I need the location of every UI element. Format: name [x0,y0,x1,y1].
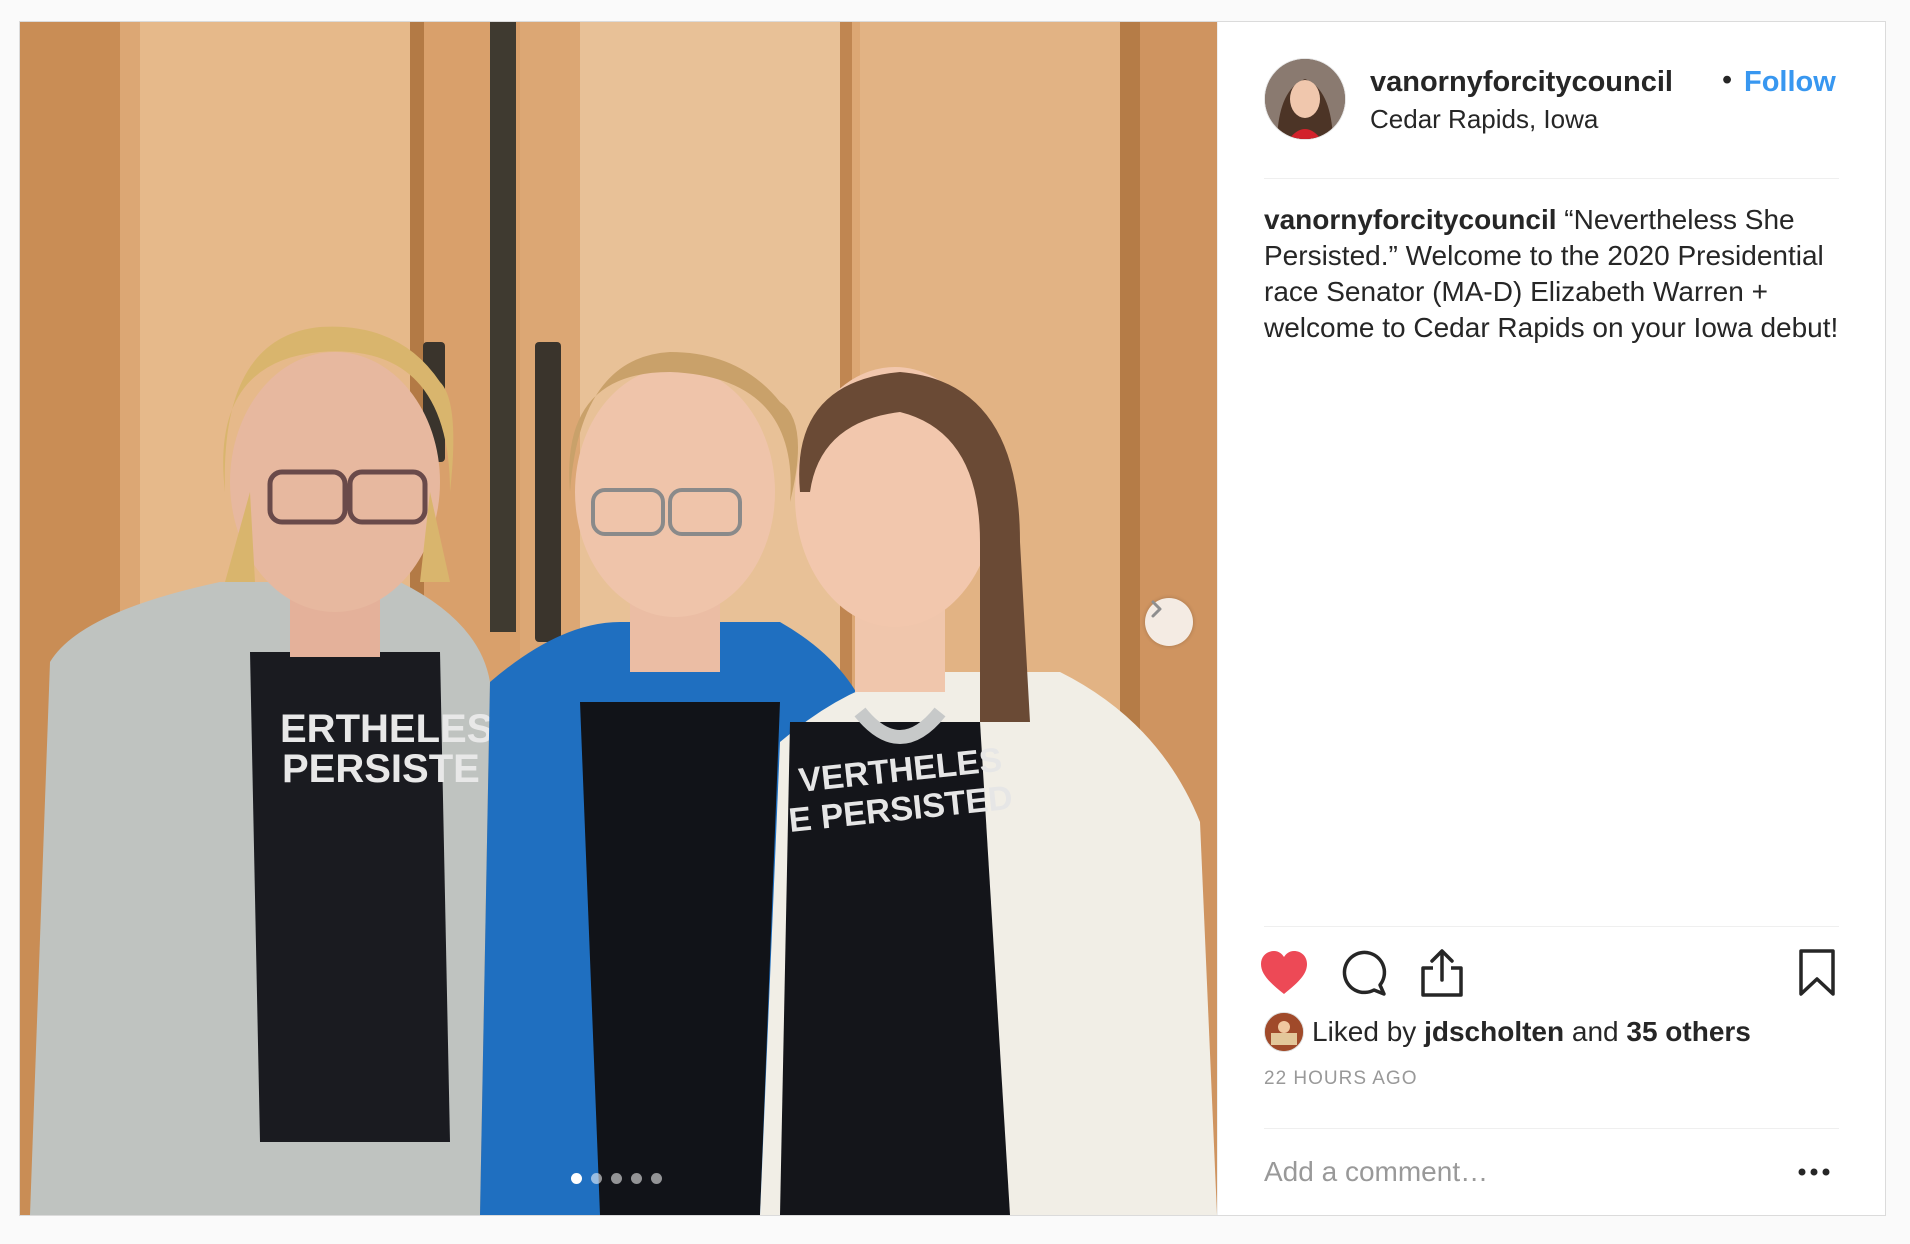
post-timestamp[interactable]: 22 HOURS AGO [1264,1068,1418,1090]
door-handle [535,342,561,642]
carousel-dot [611,1173,622,1184]
comment-bubble-icon [1342,950,1387,996]
save-button[interactable] [1789,945,1845,1001]
share-button[interactable] [1414,945,1470,1001]
carousel-dot [571,1173,582,1184]
carousel-dot [651,1173,662,1184]
actions-divider [1264,926,1839,927]
likes-prefix: Liked by [1312,1016,1417,1047]
liker-avatar[interactable] [1264,1012,1304,1052]
author-username[interactable]: vanornyforcitycouncil [1370,66,1673,99]
person-left-face [230,352,440,612]
post-header: vanornyforcitycouncil • Follow Cedar Rap… [1264,58,1839,162]
next-photo-button[interactable] [1145,598,1193,646]
author-avatar[interactable] [1264,58,1346,140]
more-options-button[interactable] [1789,1149,1839,1195]
post-actions [1261,945,1839,1001]
chevron-right-icon [1151,600,1162,618]
header-divider [1264,178,1839,179]
post-card: ERTHELES PERSISTE VERTHELES E PERSISTED [19,21,1886,1216]
bookmark-icon [1799,949,1835,996]
follow-button[interactable]: Follow [1744,66,1836,99]
likes-others-link[interactable]: 35 others [1626,1016,1751,1047]
post-photo[interactable]: ERTHELES PERSISTE VERTHELES E PERSISTED [20,22,1217,1215]
likes-text: Liked by jdscholten and 35 others [1312,1016,1751,1048]
shirt-text: ERTHELES [280,707,493,751]
liker-avatar-image [1265,1013,1303,1051]
carousel-dot [591,1173,602,1184]
door-frame [490,22,516,632]
likes-summary: Liked by jdscholten and 35 others [1264,1010,1751,1054]
share-upload-icon [1421,949,1463,997]
likes-and: and [1571,1016,1619,1047]
liker-username[interactable]: jdscholten [1424,1016,1564,1047]
more-options-icon [1798,1168,1830,1176]
carousel-indicator [571,1173,662,1184]
heart-filled-icon [1261,951,1307,994]
carousel-dot [631,1173,642,1184]
separator-dot: • [1722,64,1733,96]
comment-input[interactable] [1264,1147,1784,1197]
shirt-text: PERSISTE [282,747,480,791]
caption-username[interactable]: vanornyforcitycouncil [1264,204,1557,235]
avatar-image [1265,59,1345,139]
post-caption: vanornyforcitycouncil “Nevertheless She … [1264,202,1844,346]
post-location[interactable]: Cedar Rapids, Iowa [1370,104,1598,135]
person-middle-shirt [580,702,780,1215]
comment-button[interactable] [1336,945,1392,1001]
photo-illustration: ERTHELES PERSISTE VERTHELES E PERSISTED [20,22,1217,1215]
post-details-panel: vanornyforcitycouncil • Follow Cedar Rap… [1217,22,1885,1215]
comment-form [1264,1128,1839,1215]
like-button[interactable] [1256,945,1312,1001]
